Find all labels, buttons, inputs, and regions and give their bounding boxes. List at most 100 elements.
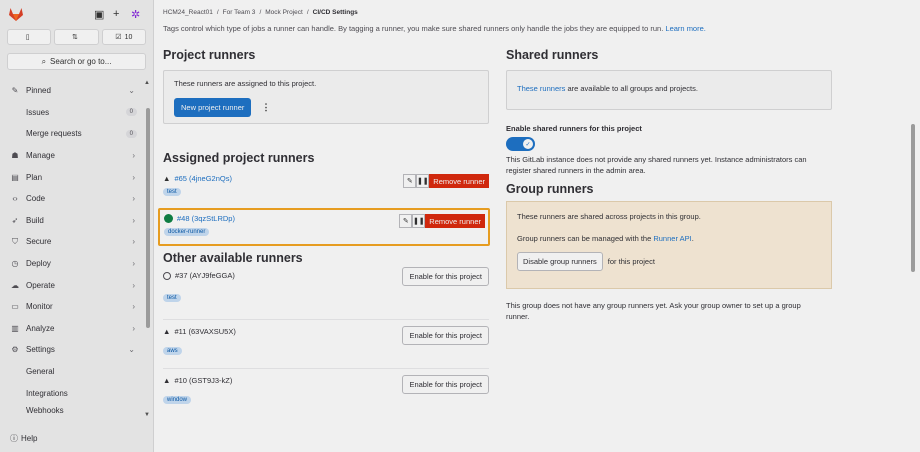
sidebar-item-settings[interactable]: ⚙ Settings ⌄ bbox=[0, 339, 141, 361]
sidebar-item-operate[interactable]: ☁ Operate › bbox=[0, 274, 141, 296]
sidebar-item-secure[interactable]: ⛉ Secure › bbox=[0, 231, 141, 253]
enable-runner-button[interactable]: Enable for this project bbox=[402, 375, 489, 394]
chevron-right-icon: › bbox=[132, 323, 135, 333]
count-badge: 0 bbox=[125, 129, 137, 138]
more-actions-icon[interactable]: ⋮ bbox=[261, 102, 270, 113]
rocket-icon: ➶ bbox=[11, 215, 19, 225]
user-avatar-icon[interactable]: ✲ bbox=[131, 8, 140, 21]
chevron-right-icon: › bbox=[132, 237, 135, 247]
remove-runner-button[interactable]: Remove runner bbox=[429, 174, 489, 188]
these-runners-link[interactable]: These runners bbox=[517, 84, 565, 93]
page-scrollbar[interactable] bbox=[910, 0, 916, 452]
sidebar-item-build[interactable]: ➶ Build › bbox=[0, 210, 141, 232]
todo-icon: ☑ bbox=[115, 34, 122, 41]
help-button[interactable]: ⓘ Help bbox=[10, 433, 37, 444]
deploy-icon: ◷ bbox=[11, 259, 19, 269]
scrollbar-thumb[interactable] bbox=[911, 124, 915, 272]
warning-icon: ▲ bbox=[163, 376, 171, 385]
breadcrumb-item[interactable]: HCM24_React01 bbox=[163, 9, 213, 16]
chevron-right-icon: › bbox=[132, 280, 135, 290]
shared-runners-title: Shared runners bbox=[506, 48, 599, 62]
issues-icon: ▯ bbox=[25, 34, 30, 41]
chevron-right-icon: › bbox=[132, 302, 135, 312]
pause-icon[interactable]: ❚❚ bbox=[412, 214, 426, 228]
new-project-runner-button[interactable]: New project runner bbox=[174, 98, 252, 117]
shared-runners-toggle[interactable]: ✓ bbox=[506, 137, 535, 151]
runner-link[interactable]: #48 (3qzStLRDp) bbox=[177, 214, 235, 223]
scroll-down-icon[interactable]: ▼ bbox=[144, 412, 150, 418]
search-icon: ⌕ bbox=[41, 56, 47, 66]
runner-api-link[interactable]: Runner API bbox=[653, 234, 691, 243]
breadcrumb: HCM24_React01/ For Team 3/ Mock Project /… bbox=[163, 9, 358, 16]
breadcrumb-current[interactable]: CI/CD Settings bbox=[313, 9, 358, 16]
chevron-right-icon: › bbox=[132, 151, 135, 161]
warning-icon: ▲ bbox=[163, 174, 171, 183]
chevron-right-icon: › bbox=[132, 215, 135, 225]
shared-runners-box: These runners are available to all group… bbox=[506, 70, 832, 110]
sidebar-item-manage[interactable]: ☗ Manage › bbox=[0, 145, 141, 167]
group-runners-note: This group does not have any group runne… bbox=[506, 301, 801, 321]
edit-icon[interactable]: ✎ bbox=[399, 214, 413, 228]
runner-tag: window bbox=[163, 396, 192, 404]
right-column: Shared runners These runners are availab… bbox=[506, 48, 832, 322]
todo-counter[interactable]: ☑ 10 bbox=[101, 29, 146, 45]
sidebar-item-merge-requests[interactable]: Merge requests 0 bbox=[0, 123, 141, 145]
breadcrumb-item[interactable]: For Team 3 bbox=[223, 9, 256, 16]
sidebar-toggle-icon[interactable]: ▣ bbox=[94, 8, 104, 21]
chevron-down-icon: ⌄ bbox=[128, 86, 135, 96]
gear-icon: ⚙ bbox=[11, 345, 19, 355]
remove-runner-button[interactable]: Remove runner bbox=[425, 214, 485, 228]
runner-row: #37 (AYJ9feGGA) test Enable for this pro… bbox=[163, 267, 489, 320]
runner-name: #11 (63VAXSU5X) bbox=[174, 327, 236, 336]
left-column: Project runners These runners are assign… bbox=[158, 48, 490, 418]
sidebar-item-pinned[interactable]: ✎ Pinned ⌄ bbox=[0, 80, 141, 102]
sidebar-scrollbar[interactable]: ▲ ▼ bbox=[144, 80, 151, 420]
sidebar-item-issues[interactable]: Issues 0 bbox=[0, 102, 141, 124]
pause-icon[interactable]: ❚❚ bbox=[416, 174, 430, 188]
runner-row: ▲ #65 (4jneG2nQs) test ✎ ❚❚ Remove runne… bbox=[163, 174, 489, 208]
assigned-runners-title: Assigned project runners bbox=[163, 151, 315, 165]
edit-icon[interactable]: ✎ bbox=[403, 174, 417, 188]
runner-row: ▲ #11 (63VAXSU5X) aws Enable for this pr… bbox=[163, 320, 489, 369]
search-button[interactable]: ⌕ Search or go to... bbox=[7, 53, 146, 70]
sidebar: ▣ + ✲ ▯ ⇅ ☑ 10 ⌕ Search or go to... ✎ Pinn… bbox=[0, 0, 154, 452]
chevron-down-icon: ⌄ bbox=[128, 345, 135, 355]
pin-icon: ✎ bbox=[11, 86, 19, 96]
sidebar-header: ▣ + ✲ bbox=[0, 0, 153, 28]
runner-row: #48 (3qzStLRDp) docker-runner ✎ ❚❚ Remov… bbox=[158, 208, 490, 246]
toggle-label: Enable shared runners for this project bbox=[506, 124, 642, 133]
sidebar-item-deploy[interactable]: ◷ Deploy › bbox=[0, 253, 141, 275]
merge-request-icon: ⇅ bbox=[72, 34, 78, 41]
sidebar-item-code[interactable]: ‹› Code › bbox=[0, 188, 141, 210]
project-runners-box: These runners are assigned to this proje… bbox=[163, 70, 489, 124]
sidebar-item-integrations[interactable]: Integrations bbox=[0, 382, 141, 404]
sidebar-item-monitor[interactable]: ▭ Monitor › bbox=[0, 296, 141, 318]
scrollbar-thumb[interactable] bbox=[146, 108, 150, 328]
gitlab-logo-icon[interactable] bbox=[8, 6, 24, 22]
sidebar-counters: ▯ ⇅ ☑ 10 bbox=[7, 29, 146, 45]
breadcrumb-item[interactable]: Mock Project bbox=[265, 9, 303, 16]
disable-group-runners-button[interactable]: Disable group runners bbox=[517, 252, 603, 271]
sidebar-item-plan[interactable]: ▤ Plan › bbox=[0, 166, 141, 188]
runner-link[interactable]: #65 (4jneG2nQs) bbox=[174, 174, 232, 183]
code-icon: ‹› bbox=[12, 194, 18, 204]
sidebar-item-webhooks[interactable]: Webhooks bbox=[0, 404, 141, 418]
group-runners-box: These runners are shared across projects… bbox=[506, 201, 832, 289]
learn-more-link[interactable]: Learn more. bbox=[665, 25, 705, 33]
runner-tag: test bbox=[163, 294, 181, 302]
runner-row: ▲ #10 (GST9J3-kZ) window Enable for this… bbox=[163, 369, 489, 418]
sidebar-item-analyze[interactable]: ▥ Analyze › bbox=[0, 318, 141, 340]
merge-requests-counter[interactable]: ⇅ bbox=[54, 29, 99, 45]
issues-counter[interactable]: ▯ bbox=[7, 29, 52, 45]
count-badge: 0 bbox=[125, 108, 137, 117]
enable-runner-button[interactable]: Enable for this project bbox=[402, 326, 489, 345]
offline-status-icon bbox=[163, 271, 171, 280]
cloud-icon: ☁ bbox=[11, 280, 19, 290]
scroll-up-icon[interactable]: ▲ bbox=[144, 80, 150, 86]
sidebar-item-general[interactable]: General bbox=[0, 361, 141, 383]
main-content: HCM24_React01/ For Team 3/ Mock Project /… bbox=[155, 0, 920, 452]
sidebar-nav: ✎ Pinned ⌄ Issues 0 Merge requests 0 ☗ Manage… bbox=[0, 80, 141, 418]
chart-icon: ▥ bbox=[11, 323, 19, 333]
enable-runner-button[interactable]: Enable for this project bbox=[402, 267, 489, 286]
plus-icon[interactable]: + bbox=[113, 8, 119, 20]
